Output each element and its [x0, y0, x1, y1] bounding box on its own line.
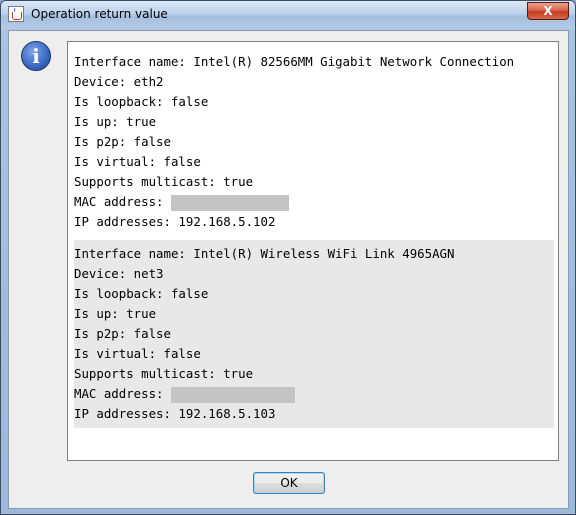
mac-redacted-box: [170, 386, 295, 403]
multicast-line: Supports multicast: true: [74, 174, 254, 189]
java-cup-icon[interactable]: [8, 6, 24, 22]
loopback-line: Is loopback: false: [74, 94, 209, 109]
dialog-content: i Interface name: Intel(R) 82566MM Gigab…: [8, 30, 569, 509]
device-line: Device: net3: [74, 266, 164, 281]
window-title: Operation return value: [31, 7, 168, 21]
virtual-line: Is virtual: false: [74, 346, 201, 361]
mac-label: MAC address:: [74, 194, 171, 209]
device-line: Device: eth2: [74, 74, 164, 89]
interface-block-1: Interface name: Intel(R) 82566MM Gigabit…: [74, 48, 554, 236]
p2p-line: Is p2p: false: [74, 134, 171, 149]
ip-line: IP addresses: 192.168.5.102: [74, 214, 276, 229]
mac-line: MAC address:: [74, 192, 554, 212]
multicast-line: Supports multicast: true: [74, 366, 254, 381]
dialog-window: Operation return value X i Interface nam…: [0, 0, 576, 515]
ip-line: IP addresses: 192.168.5.103: [74, 406, 276, 421]
interface-name: Interface name: Intel(R) 82566MM Gigabit…: [74, 54, 515, 69]
close-button[interactable]: X: [527, 2, 569, 20]
p2p-line: Is p2p: false: [74, 326, 171, 341]
up-line: Is up: true: [74, 306, 157, 321]
loopback-line: Is loopback: false: [74, 286, 209, 301]
mac-redacted-box: [170, 194, 289, 211]
cup-mark: [12, 12, 22, 20]
interface-block-2: Interface name: Intel(R) Wireless WiFi L…: [74, 240, 554, 428]
mac-label: MAC address:: [74, 386, 171, 401]
info-icon: i: [21, 41, 51, 71]
title-bar[interactable]: Operation return value X: [1, 1, 575, 29]
message-text-area[interactable]: Interface name: Intel(R) 82566MM Gigabit…: [67, 41, 559, 461]
close-icon: X: [543, 4, 553, 18]
virtual-line: Is virtual: false: [74, 154, 201, 169]
up-line: Is up: true: [74, 114, 157, 129]
mac-line: MAC address:: [74, 384, 554, 404]
interface-name: Interface name: Intel(R) Wireless WiFi L…: [74, 246, 455, 261]
ok-button[interactable]: OK: [253, 472, 325, 494]
